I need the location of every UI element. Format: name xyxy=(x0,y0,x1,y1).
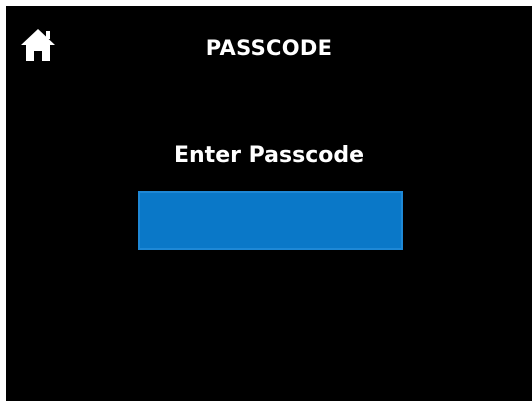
passcode-screen: PASSCODE Enter Passcode xyxy=(6,6,532,401)
page-title: PASSCODE xyxy=(205,36,333,60)
passcode-prompt: Enter Passcode xyxy=(173,143,365,168)
passcode-input[interactable] xyxy=(138,191,403,250)
